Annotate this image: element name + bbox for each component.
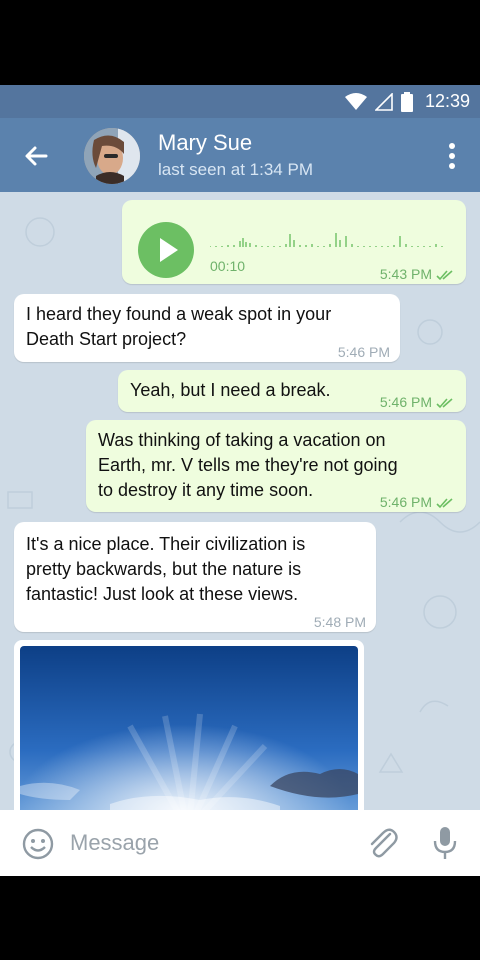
back-arrow-icon[interactable]	[20, 140, 52, 172]
sky-photo	[20, 646, 358, 810]
double-check-icon	[436, 397, 453, 408]
avatar[interactable]	[84, 128, 140, 184]
incoming-message-bubble[interactable]: I heard they found a weak spot in your D…	[14, 294, 400, 362]
avatar-image	[84, 128, 140, 184]
message-meta: 5:43 PM	[380, 262, 454, 287]
message-time: 5:48 PM	[313, 614, 366, 630]
voice-waveform[interactable]	[210, 230, 450, 248]
status-bar: 12:39	[0, 85, 480, 118]
message-meta: 5:48 PM	[314, 610, 366, 635]
more-options-icon[interactable]	[444, 140, 460, 172]
outgoing-message-bubble[interactable]: Was thinking of taking a vacation on Ear…	[86, 420, 466, 512]
status-time: 12:39	[424, 91, 470, 111]
screen: 12:39 Mary Sue last seen at 1:34 PM 00:1…	[0, 0, 480, 960]
message-input-bar: Message	[0, 810, 480, 876]
voice-message-bubble[interactable]: 00:10 5:43 PM	[122, 200, 466, 284]
microphone-icon[interactable]	[432, 826, 458, 860]
photo-message-bubble[interactable]	[14, 640, 364, 810]
message-line: It's a nice place. Their civilization is	[26, 534, 306, 554]
signal-icon	[374, 92, 393, 111]
message-line: Earth, mr. V tells me they're not going	[98, 455, 398, 475]
chat-header: Mary Sue last seen at 1:34 PM	[0, 118, 480, 192]
voice-duration: 00:10	[210, 258, 246, 274]
double-check-icon	[436, 497, 453, 508]
message-time: 5:46 PM	[379, 494, 432, 510]
message-time: 5:43 PM	[379, 266, 432, 282]
message-input[interactable]: Message	[70, 830, 159, 856]
attach-icon[interactable]	[366, 826, 398, 860]
message-line: Death Start project?	[26, 329, 187, 349]
incoming-message-bubble[interactable]: It's a nice place. Their civilization is…	[14, 522, 376, 632]
status-icons: 12:39	[344, 91, 470, 112]
message-time: 5:46 PM	[337, 344, 390, 360]
message-meta: 5:46 PM	[380, 490, 454, 515]
message-text: Yeah, but I need a break.	[130, 378, 331, 403]
message-line: pretty backwards, but the nature is	[26, 559, 302, 579]
emoji-icon[interactable]	[22, 828, 54, 860]
message-meta: 5:46 PM	[338, 340, 390, 365]
battery-icon	[400, 91, 413, 112]
message-line: Was thinking of taking a vacation on	[98, 430, 386, 450]
message-text: Was thinking of taking a vacation on Ear…	[98, 428, 398, 503]
message-text: It's a nice place. Their civilization is…	[26, 532, 305, 607]
play-button[interactable]	[138, 222, 194, 278]
play-icon	[160, 238, 178, 262]
photo-image[interactable]	[20, 646, 358, 810]
contact-name[interactable]: Mary Sue	[158, 130, 252, 156]
outgoing-message-bubble[interactable]: Yeah, but I need a break. 5:46 PM	[118, 370, 466, 412]
wifi-icon	[344, 92, 367, 110]
message-text: I heard they found a weak spot in your D…	[26, 302, 331, 352]
message-line: fantastic! Just look at these views.	[26, 584, 299, 604]
message-line: I heard they found a weak spot in your	[26, 304, 332, 324]
message-line: Yeah, but I need a break.	[130, 380, 331, 400]
double-check-icon	[436, 269, 453, 280]
message-time: 5:46 PM	[379, 394, 432, 410]
message-line: to destroy it any time soon.	[98, 480, 314, 500]
last-seen-status: last seen at 1:34 PM	[158, 160, 313, 179]
message-meta: 5:46 PM	[380, 390, 454, 415]
message-list[interactable]: 00:10 5:43 PM I heard they found a weak …	[0, 192, 480, 810]
